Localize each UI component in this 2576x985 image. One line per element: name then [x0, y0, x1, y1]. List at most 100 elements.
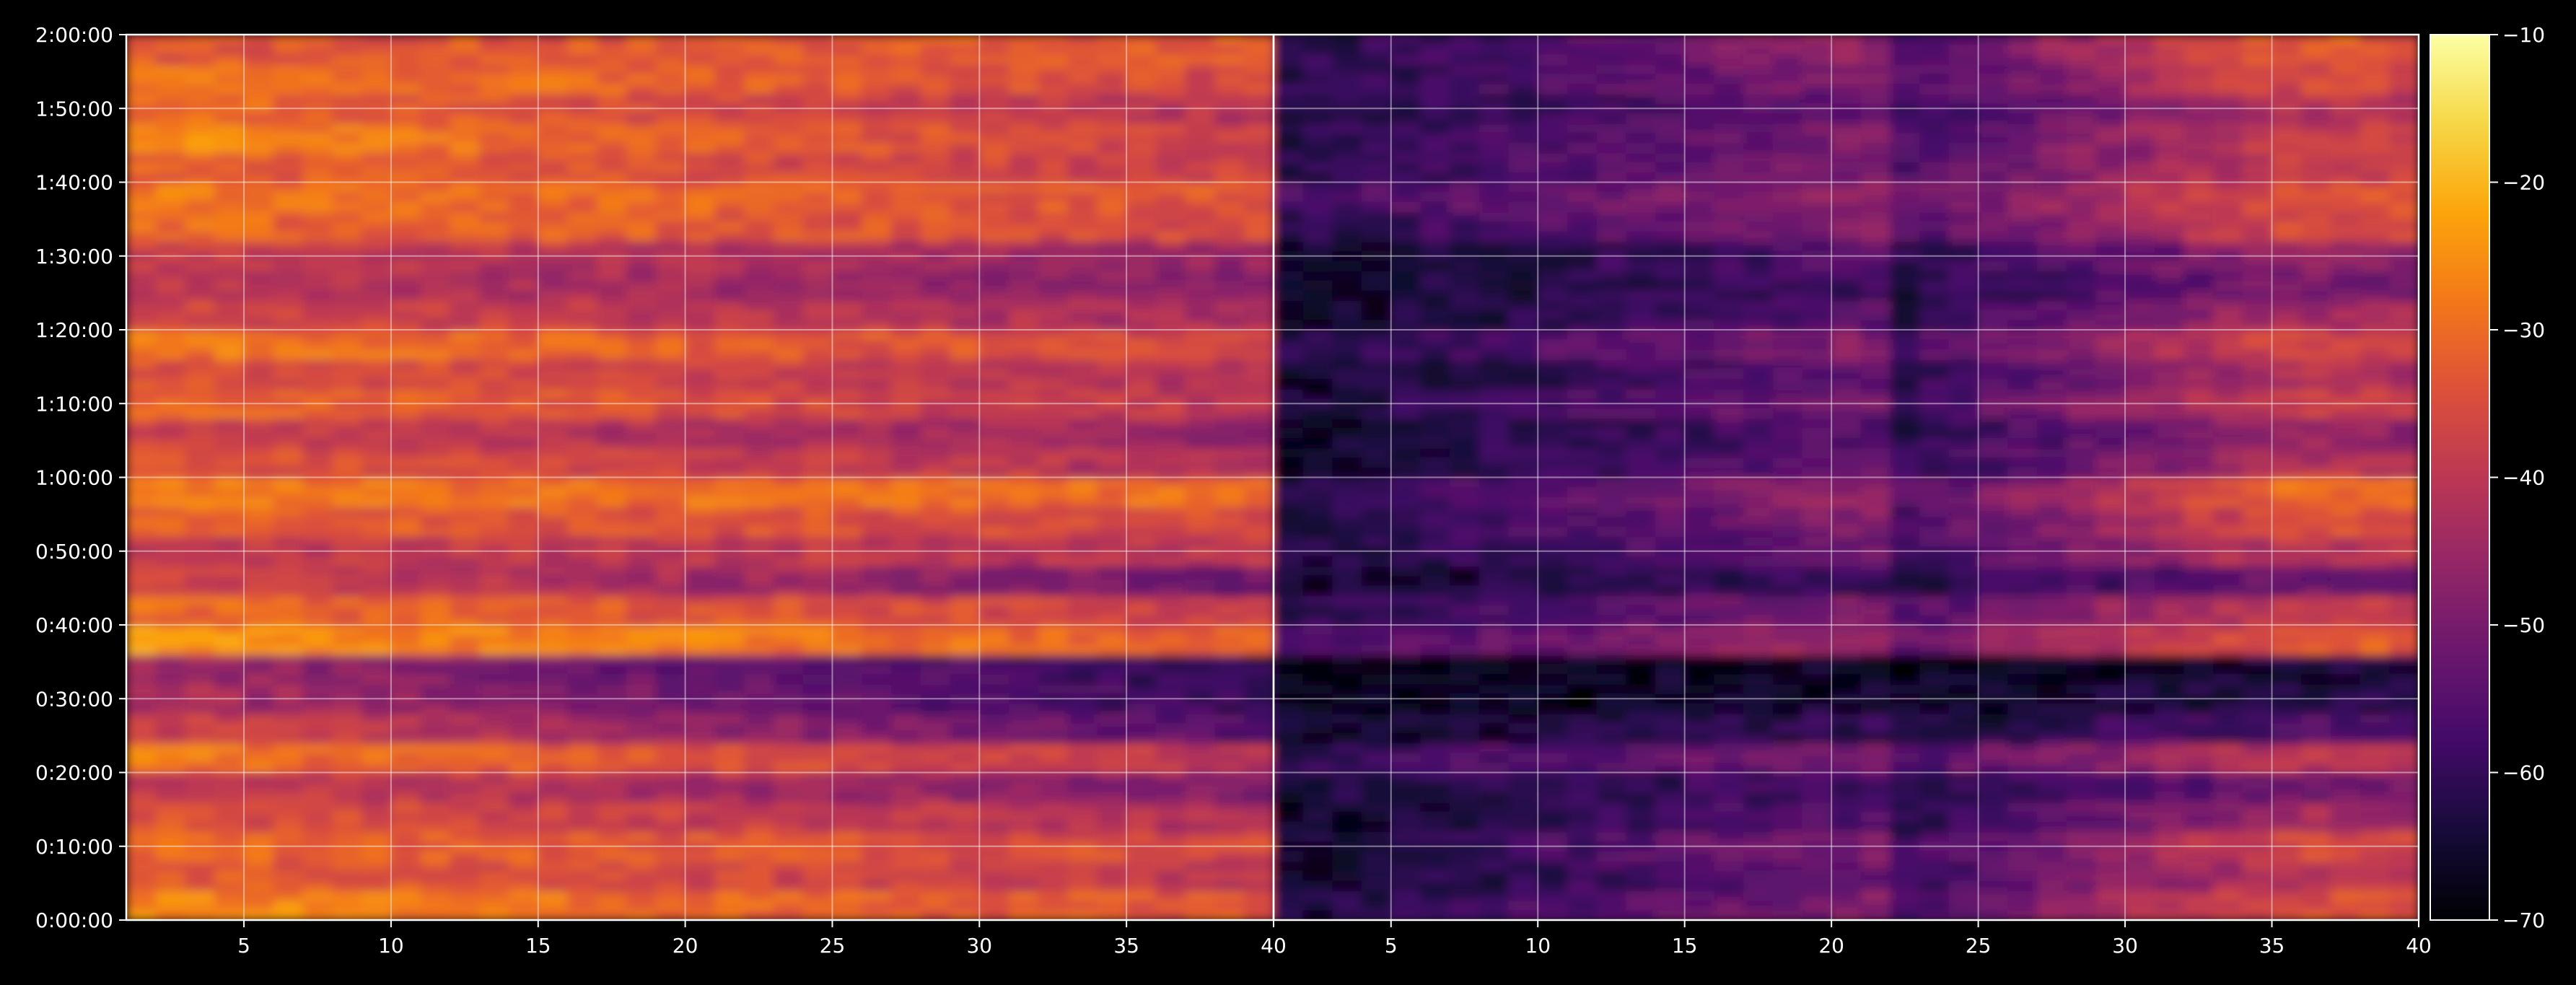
- heatmap-cell: [1067, 418, 1098, 429]
- heatmap-cell: [185, 320, 216, 330]
- heatmap-cell: [920, 93, 951, 105]
- heatmap-cell: [1596, 634, 1627, 646]
- heatmap-cell: [1890, 880, 1921, 892]
- heatmap-cell: [126, 231, 157, 242]
- heatmap-cell: [2095, 762, 2126, 774]
- heatmap-cell: [832, 595, 863, 606]
- heatmap-cell: [1009, 634, 1039, 646]
- heatmap-cell: [1038, 339, 1069, 351]
- heatmap-cell: [126, 201, 157, 213]
- heatmap-cell: [302, 310, 333, 321]
- heatmap-cell: [1596, 782, 1627, 793]
- heatmap-cell: [538, 733, 569, 744]
- heatmap-cell: [1772, 644, 1803, 655]
- heatmap-cell: [1097, 182, 1128, 193]
- heatmap-cell: [1244, 851, 1274, 862]
- heatmap-cell: [1302, 664, 1333, 675]
- heatmap-cell: [2271, 870, 2303, 882]
- heatmap-cell: [1390, 900, 1421, 911]
- heatmap-cell: [1038, 792, 1069, 803]
- heatmap-cell: [390, 113, 421, 124]
- heatmap-cell: [2360, 743, 2391, 754]
- heatmap-cell: [420, 64, 451, 75]
- heatmap-cell: [1214, 743, 1245, 754]
- heatmap-cell: [1126, 772, 1157, 784]
- heatmap-cell: [1626, 890, 1656, 901]
- heatmap-cell: [479, 664, 509, 675]
- heatmap-cell: [1860, 536, 1891, 547]
- heatmap-cell: [567, 428, 598, 439]
- heatmap-cell: [1420, 792, 1451, 803]
- heatmap-cell: [832, 74, 863, 85]
- heatmap-cell: [390, 35, 421, 45]
- heatmap-cell: [214, 831, 245, 842]
- heatmap-cell: [626, 74, 657, 85]
- heatmap-cell: [362, 172, 392, 183]
- heatmap-cell: [1802, 733, 1833, 744]
- heatmap-cell: [1009, 339, 1039, 351]
- heatmap-cell: [273, 192, 304, 203]
- heatmap-cell: [155, 683, 186, 695]
- heatmap-cell: [773, 438, 804, 449]
- heatmap-cell: [1185, 330, 1216, 341]
- heatmap-cell: [185, 507, 216, 517]
- heatmap-cell: [862, 182, 892, 193]
- heatmap-cell: [1772, 723, 1803, 734]
- heatmap-cell: [626, 556, 657, 567]
- heatmap-cell: [538, 123, 569, 134]
- heatmap-cell: [1038, 349, 1069, 360]
- heatmap-cell: [2066, 536, 2097, 547]
- heatmap-cell: [832, 644, 863, 655]
- heatmap-cell: [1478, 792, 1510, 803]
- heatmap-cell: [802, 674, 833, 685]
- heatmap-cell: [1038, 713, 1069, 724]
- heatmap-cell: [1860, 802, 1891, 813]
- heatmap-cell: [1155, 585, 1186, 597]
- heatmap-cell: [744, 585, 774, 597]
- heatmap-cell: [773, 152, 804, 164]
- heatmap-cell: [1626, 704, 1656, 714]
- heatmap-cell: [1097, 900, 1128, 911]
- heatmap-cell: [655, 359, 686, 370]
- heatmap-cell: [1038, 517, 1069, 527]
- heatmap-cell: [1772, 605, 1803, 616]
- heatmap-cell: [597, 339, 628, 351]
- heatmap-cell: [1185, 458, 1216, 468]
- heatmap-cell: [626, 654, 657, 665]
- heatmap-cell: [1214, 438, 1245, 449]
- heatmap-cell: [1655, 890, 1686, 901]
- heatmap-cell: [509, 880, 539, 892]
- heatmap-cell: [567, 762, 598, 774]
- heatmap-cell: [2037, 890, 2067, 901]
- heatmap-cell: [979, 753, 1010, 763]
- heatmap-cell: [126, 182, 157, 193]
- heatmap-cell: [2154, 831, 2185, 842]
- heatmap-cell: [155, 152, 186, 164]
- heatmap-cell: [1185, 880, 1216, 892]
- heatmap-cell: [244, 792, 274, 803]
- heatmap-cell: [950, 704, 981, 714]
- heatmap-cell: [1919, 664, 1950, 675]
- heatmap-cell: [2095, 654, 2126, 665]
- heatmap-cell: [1538, 802, 1568, 813]
- heatmap-cell: [1126, 222, 1157, 232]
- heatmap-cell: [390, 261, 421, 272]
- heatmap-cell: [1772, 625, 1803, 636]
- heatmap-cell: [1155, 300, 1186, 311]
- heatmap-cell: [1596, 772, 1627, 784]
- heatmap-cell: [1772, 851, 1803, 862]
- heatmap-cell: [891, 74, 921, 85]
- heatmap-cell: [862, 133, 892, 144]
- heatmap-cell: [1155, 890, 1186, 901]
- heatmap-cell: [1126, 201, 1157, 213]
- heatmap-cell: [1038, 870, 1069, 882]
- heatmap-cell: [979, 447, 1010, 459]
- heatmap-cell: [832, 418, 863, 429]
- heatmap-cell: [2183, 536, 2214, 547]
- heatmap-cell: [1802, 880, 1833, 892]
- heatmap-cell: [126, 133, 157, 144]
- heatmap-cell: [450, 418, 481, 429]
- heatmap-cell: [655, 447, 686, 459]
- heatmap-cell: [1155, 831, 1186, 842]
- heatmap-cell: [126, 310, 157, 321]
